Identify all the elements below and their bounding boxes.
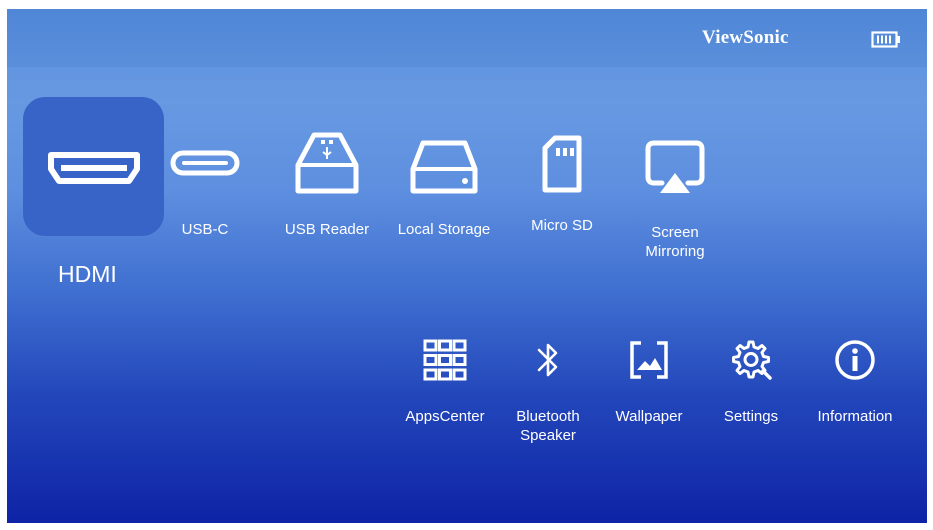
info-icon bbox=[835, 340, 875, 380]
appscenter-label: AppsCenter bbox=[405, 408, 485, 425]
wallpaper-label: Wallpaper bbox=[615, 408, 683, 425]
usb-c-icon bbox=[170, 150, 240, 176]
micro-sd-icon bbox=[542, 135, 582, 193]
source-local-storage[interactable]: Local Storage bbox=[388, 131, 500, 239]
screen-mirroring-label: Screen Mirroring bbox=[645, 224, 705, 260]
settings-label: Settings bbox=[723, 408, 779, 425]
app-bluetooth-speaker[interactable]: Bluetooth Speaker bbox=[503, 339, 593, 445]
information-label: Information bbox=[817, 408, 893, 425]
top-bar: ViewSonic bbox=[7, 9, 927, 67]
app-appscenter[interactable]: AppsCenter bbox=[395, 339, 495, 426]
apps-grid-icon bbox=[423, 339, 467, 381]
source-usb-c[interactable]: USB-C bbox=[169, 147, 241, 239]
app-wallpaper[interactable]: Wallpaper bbox=[607, 339, 691, 426]
hdmi-icon bbox=[48, 152, 140, 184]
app-settings[interactable]: Settings bbox=[711, 339, 791, 426]
app-information[interactable]: Information bbox=[807, 339, 903, 426]
micro-sd-label: Micro SD bbox=[531, 217, 593, 234]
source-usb-reader[interactable]: USB Reader bbox=[275, 131, 379, 239]
local-storage-label: Local Storage bbox=[397, 221, 491, 238]
usb-reader-label: USB Reader bbox=[284, 221, 370, 238]
launcher-screen: ViewSonic HDMI USB-C USB Reader Local St… bbox=[7, 9, 927, 523]
source-screen-mirroring[interactable]: Screen Mirroring bbox=[627, 139, 723, 261]
hdmi-label: HDMI bbox=[58, 261, 117, 287]
bluetooth-speaker-label: Bluetooth Speaker bbox=[516, 408, 580, 444]
usb-reader-icon bbox=[295, 132, 359, 194]
wallpaper-icon bbox=[630, 341, 668, 379]
source-micro-sd[interactable]: Micro SD bbox=[517, 134, 607, 235]
usb-c-label: USB-C bbox=[181, 221, 229, 238]
brand-logo: ViewSonic bbox=[702, 27, 789, 48]
hdmi-selected-tile[interactable] bbox=[23, 97, 164, 236]
screen-mirroring-icon bbox=[645, 140, 705, 193]
local-storage-icon bbox=[410, 140, 478, 194]
bluetooth-icon bbox=[537, 343, 558, 377]
gear-icon bbox=[732, 340, 772, 380]
battery-icon bbox=[871, 31, 900, 48]
